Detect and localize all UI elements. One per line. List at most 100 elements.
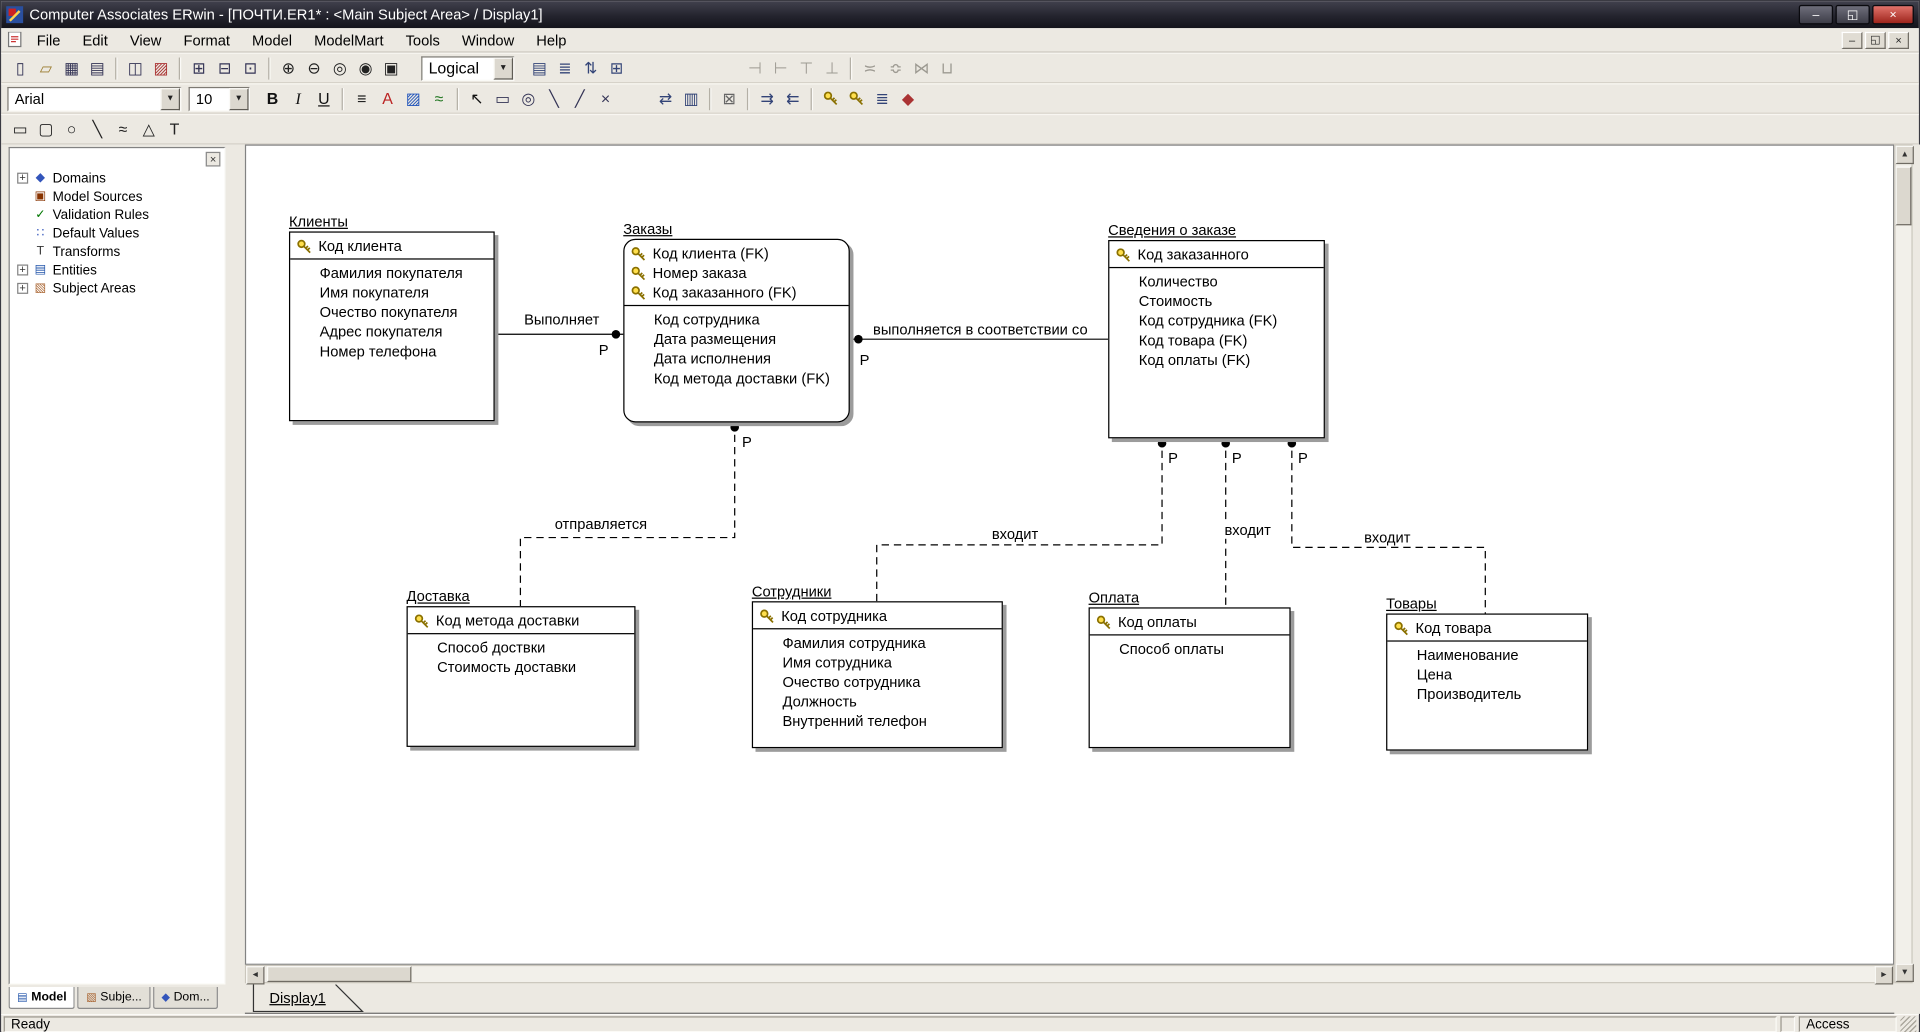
distribute-vertical-icon[interactable]: ⊔	[934, 55, 960, 81]
menu-item-tools[interactable]: Tools	[395, 29, 451, 51]
rectangle-tool-icon[interactable]: ▭	[7, 116, 33, 142]
ellipse-tool-icon[interactable]: ○	[59, 116, 85, 142]
menu-item-file[interactable]: File	[26, 29, 72, 51]
panel-splitter[interactable]	[227, 144, 245, 984]
tile-vertical-icon[interactable]: ⊡	[238, 55, 264, 81]
entity-clients[interactable]: Код клиента Фамилия покупателя Имя покупат…	[288, 231, 495, 422]
display-entity-level-icon[interactable]: ▤	[527, 55, 553, 81]
zoom-in-icon[interactable]: ⊕	[276, 55, 302, 81]
relationship-line-includes-employee[interactable]	[876, 438, 1163, 602]
resize-grip[interactable]	[1900, 1016, 1917, 1032]
domain-icon[interactable]: ◆	[895, 86, 921, 112]
italic-button[interactable]: I	[285, 86, 311, 112]
mdi-close-button[interactable]: ×	[1888, 31, 1909, 49]
line-tool-icon[interactable]: ╲	[84, 116, 110, 142]
entity-employees[interactable]: Код сотрудника Фамилия сотрудника Имя сотр…	[751, 601, 1003, 749]
save-icon[interactable]: ▦	[59, 55, 85, 81]
distribute-horizontal-icon[interactable]: ⋈	[909, 55, 935, 81]
expander-icon[interactable]: +	[17, 282, 29, 294]
index-icon[interactable]: ≣	[869, 86, 895, 112]
entity-delivery[interactable]: Код метода доставки Способ доствки Стоимос…	[406, 606, 636, 747]
foreign-key-icon[interactable]	[844, 86, 870, 112]
scroll-right-button[interactable]: ►	[1874, 966, 1894, 985]
scroll-down-button[interactable]: ▼	[1895, 963, 1914, 983]
sidebar-item-default-values[interactable]: ∷ Default Values	[10, 224, 224, 242]
text-tool-icon[interactable]: T	[162, 116, 188, 142]
document-icon[interactable]	[7, 31, 23, 48]
sidebar-tab-model[interactable]: ▤ Model	[8, 986, 76, 1009]
print-icon[interactable]: ▤	[84, 55, 110, 81]
expander-icon[interactable]: +	[17, 264, 29, 276]
sidebar-tab-domains[interactable]: ◆ Dom...	[152, 986, 219, 1009]
mdi-minimize-button[interactable]: –	[1841, 31, 1863, 49]
align-top-icon[interactable]: ⊤	[793, 55, 819, 81]
menu-item-edit[interactable]: Edit	[71, 29, 118, 51]
horizontal-scroll-thumb[interactable]	[266, 966, 412, 983]
sidebar-item-domains[interactable]: + ◆ Domains	[10, 169, 224, 187]
minimize-button[interactable]: –	[1798, 4, 1834, 25]
diagram-canvas[interactable]: Выполняет Pвыполняется в соответствии со P…	[244, 144, 1895, 965]
zoom-area-icon[interactable]: ▣	[378, 55, 404, 81]
view-mode-combo[interactable]: Logical ▼	[421, 55, 515, 81]
tile-horizontal-icon[interactable]: ⊟	[212, 55, 238, 81]
font-size-combo[interactable]: 10 ▼	[188, 86, 250, 111]
non-identifying-relationship-tool-icon[interactable]: ╱	[567, 86, 593, 112]
dropdown-arrow-icon[interactable]: ▼	[228, 87, 249, 110]
zoom-dynamic-icon[interactable]: ◉	[353, 55, 379, 81]
underline-button[interactable]: U	[311, 86, 337, 112]
line-color-icon[interactable]: ≈	[426, 86, 452, 112]
polyline-tool-icon[interactable]: ≈	[110, 116, 136, 142]
entity-payment[interactable]: Код оплаты Способ оплаты	[1088, 607, 1291, 749]
cascade-windows-icon[interactable]: ⊞	[186, 55, 212, 81]
display-tab[interactable]: Display1	[252, 984, 365, 1013]
close-button[interactable]: ×	[1872, 4, 1914, 25]
menu-item-view[interactable]: View	[119, 29, 173, 51]
display-attribute-level-icon[interactable]: ≣	[552, 55, 578, 81]
complete-compare-icon[interactable]: ⇄	[653, 86, 679, 112]
align-bottom-icon[interactable]: ⊥	[819, 55, 845, 81]
scroll-left-button[interactable]: ◄	[246, 966, 265, 985]
report-browser-icon[interactable]: ▥	[678, 86, 704, 112]
menu-item-format[interactable]: Format	[172, 29, 241, 51]
align-right-icon[interactable]: ⊢	[768, 55, 794, 81]
dropdown-arrow-icon[interactable]: ▼	[160, 87, 180, 110]
align-center-horizontal-icon[interactable]: ≍	[857, 55, 883, 81]
sidebar-item-transforms[interactable]: T Transforms	[10, 242, 224, 260]
sidebar-item-entities[interactable]: + ▤ Entities	[10, 261, 224, 279]
unmigrate-keys-icon[interactable]: ⇇	[780, 86, 806, 112]
new-document-icon[interactable]: ▯	[7, 55, 33, 81]
dropdown-arrow-icon[interactable]: ▼	[493, 56, 514, 79]
entity-orders[interactable]: Код клиента (FK) Номер заказа Код заказанн…	[623, 238, 850, 423]
relationship-line-is-shipped[interactable]	[519, 422, 736, 607]
menu-item-modelmart[interactable]: ModelMart	[303, 29, 394, 51]
bold-button[interactable]: B	[260, 86, 286, 112]
text-align-icon[interactable]: ≡	[349, 86, 375, 112]
sidebar-item-model-sources[interactable]: ▣ Model Sources	[10, 187, 224, 205]
fill-color-icon[interactable]: ▨	[400, 86, 426, 112]
horizontal-scroll-track[interactable]	[264, 966, 1874, 983]
font-color-icon[interactable]: A	[375, 86, 401, 112]
model-tree-icon[interactable]: ⊞	[604, 55, 630, 81]
align-center-vertical-icon[interactable]: ≎	[883, 55, 909, 81]
menu-item-model[interactable]: Model	[241, 29, 303, 51]
migrate-keys-icon[interactable]: ⇉	[754, 86, 780, 112]
font-name-combo[interactable]: Arial ▼	[7, 86, 182, 111]
entity-products[interactable]: Код товара Наименование Цена Производитель	[1386, 613, 1589, 751]
align-left-icon[interactable]: ⊣	[742, 55, 768, 81]
select-tool-icon[interactable]: ↖	[464, 86, 490, 112]
sidebar-item-validation-rules[interactable]: ✓ Validation Rules	[10, 206, 224, 224]
horizontal-scrollbar[interactable]: ◄ ►	[244, 964, 1895, 985]
identifying-relationship-tool-icon[interactable]: ╲	[541, 86, 567, 112]
sort-order-icon[interactable]: ⇅	[578, 55, 604, 81]
category-tool-icon[interactable]: ◎	[516, 86, 542, 112]
mdi-restore-button[interactable]: ◱	[1864, 31, 1886, 49]
sidebar-tab-subject-areas[interactable]: ▧ Subje...	[77, 986, 151, 1009]
vertical-scrollbar[interactable]: ▲ ▼	[1894, 144, 1914, 984]
menu-item-help[interactable]: Help	[525, 29, 577, 51]
zoom-out-icon[interactable]: ⊖	[301, 55, 327, 81]
lock-icon[interactable]: ⊠	[716, 86, 742, 112]
many-to-many-relationship-tool-icon[interactable]: ×	[593, 86, 619, 112]
vertical-scroll-track[interactable]	[1895, 164, 1912, 964]
scroll-up-button[interactable]: ▲	[1895, 145, 1914, 165]
expander-icon[interactable]: +	[17, 172, 29, 184]
